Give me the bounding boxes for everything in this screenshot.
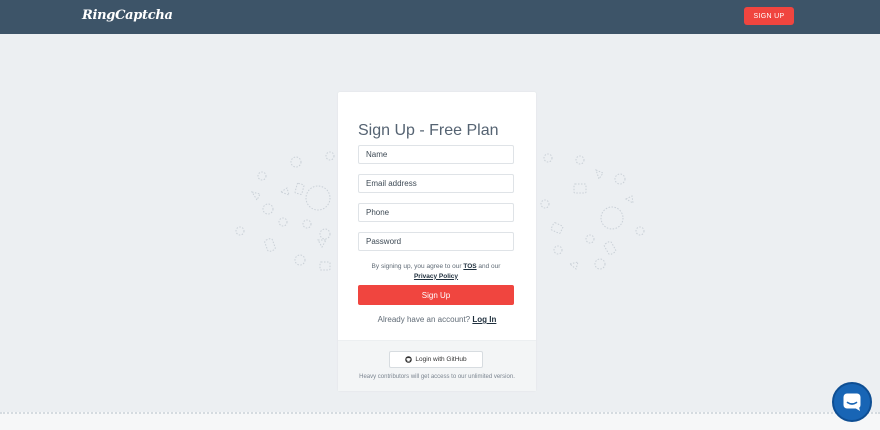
login-prompt: Already have an account? Log In <box>338 315 536 324</box>
terms-prefix: By signing up, you agree to our <box>371 263 462 270</box>
email-input[interactable] <box>358 174 514 193</box>
terms-middle: and our <box>478 263 501 270</box>
signup-card: Sign Up - Free Plan By signing up, you a… <box>338 92 536 391</box>
github-login-button[interactable]: Login with GitHub <box>389 351 483 368</box>
tos-link[interactable]: TOS <box>463 263 476 270</box>
github-icon <box>405 356 413 363</box>
form-title: Sign Up - Free Plan <box>358 122 499 139</box>
signup-submit-button[interactable]: Sign Up <box>358 285 514 305</box>
top-navbar: RingCaptcha SIGN UP <box>0 0 880 34</box>
chat-icon <box>843 393 861 411</box>
github-login-label: Login with GitHub <box>415 356 467 363</box>
ringcaptcha-logo[interactable]: RingCaptcha <box>82 8 173 23</box>
privacy-policy-link[interactable]: Privacy Policy <box>414 273 458 280</box>
password-input[interactable] <box>358 232 514 251</box>
contributors-note: Heavy contributors will get access to ou… <box>359 374 515 380</box>
login-prompt-text: Already have an account? <box>377 315 471 324</box>
name-input[interactable] <box>358 145 514 164</box>
phone-input[interactable] <box>358 203 514 222</box>
login-link[interactable]: Log In <box>472 315 496 324</box>
bottom-wave-decoration <box>0 412 880 430</box>
card-footer: Login with GitHub Heavy contributors wil… <box>338 340 536 391</box>
header-signup-button[interactable]: SIGN UP <box>744 7 794 25</box>
terms-text: By signing up, you agree to our TOS and … <box>358 262 514 281</box>
chat-launcher-button[interactable] <box>832 382 872 422</box>
